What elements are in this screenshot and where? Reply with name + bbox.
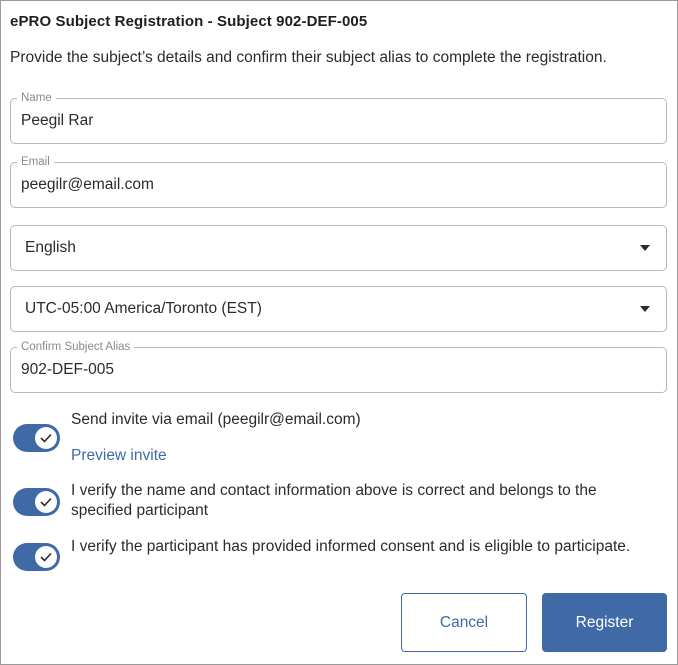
verify-consent-toggle[interactable] <box>13 543 60 571</box>
verify-consent-label: I verify the participant has provided in… <box>71 538 631 555</box>
dialog-description: Provide the subject’s details and confir… <box>10 49 607 66</box>
check-icon <box>40 497 52 507</box>
preview-invite-link[interactable]: Preview invite <box>71 447 167 465</box>
email-field: Email <box>10 155 667 208</box>
toggle-knob <box>35 491 57 513</box>
toggle-knob <box>35 427 57 449</box>
name-input[interactable] <box>21 99 641 143</box>
language-select[interactable]: English <box>10 225 667 271</box>
send-invite-label: Send invite via email (peegilr@email.com… <box>71 411 361 428</box>
name-field: Name <box>10 91 667 144</box>
caret-down-icon <box>640 245 650 251</box>
dialog-title: ePRO Subject Registration - Subject 902-… <box>10 13 368 30</box>
timezone-select[interactable]: UTC-05:00 America/Toronto (EST) <box>10 286 667 332</box>
language-select-value: English <box>25 239 76 256</box>
toggle-knob <box>35 546 57 568</box>
verify-contact-label: I verify the name and contact informatio… <box>71 482 597 519</box>
register-button[interactable]: Register <box>542 593 667 652</box>
alias-input[interactable] <box>21 348 641 392</box>
timezone-select-value: UTC-05:00 America/Toronto (EST) <box>25 300 262 317</box>
alias-field: Confirm Subject Alias <box>10 340 667 393</box>
registration-dialog: ePRO Subject Registration - Subject 902-… <box>0 0 678 665</box>
cancel-button[interactable]: Cancel <box>401 593 527 652</box>
email-input[interactable] <box>21 163 641 207</box>
check-icon <box>40 552 52 562</box>
caret-down-icon <box>640 306 650 312</box>
send-invite-toggle[interactable] <box>13 424 60 452</box>
verify-contact-toggle[interactable] <box>13 488 60 516</box>
check-icon <box>40 433 52 443</box>
